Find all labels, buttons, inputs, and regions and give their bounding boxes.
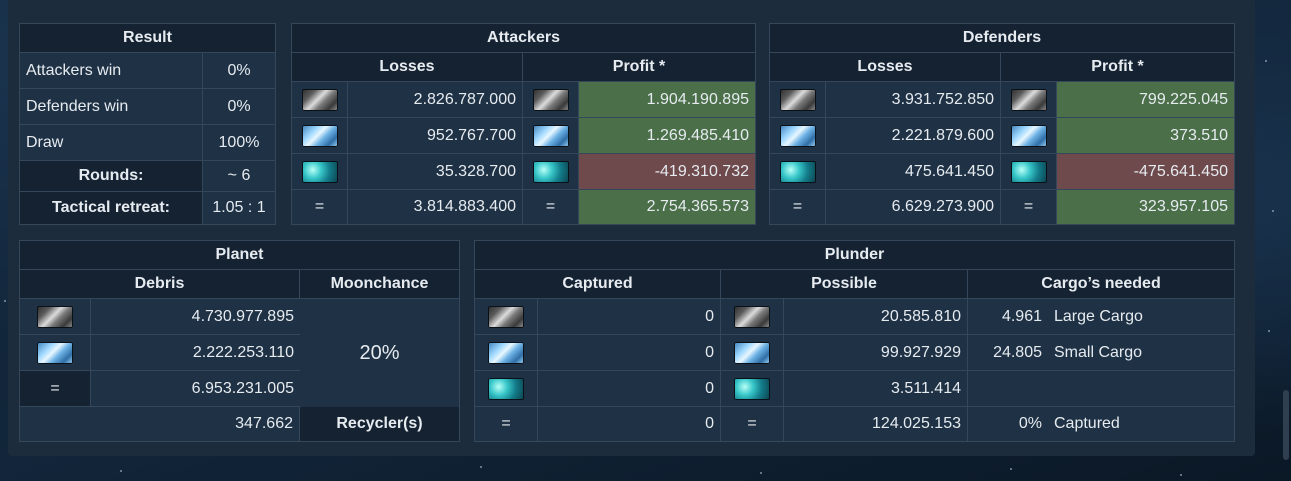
possible-crystal: 99.927.929 [784, 335, 968, 371]
attackers-loss-deuterium: 35.328.700 [348, 154, 523, 190]
defenders-win-label: Defenders win [20, 89, 203, 125]
metal-icon [488, 305, 524, 328]
deuterium-icon [488, 377, 524, 400]
cargo-count-small: 24.805 [968, 335, 1048, 371]
attackers-win-value: 0% [203, 53, 275, 89]
attackers-win-label: Attackers win [20, 53, 203, 89]
defenders-total-profit: 323.957.105 [1057, 190, 1234, 224]
defenders-profit-crystal: 373.510 [1057, 118, 1234, 154]
captured-deuterium: 0 [538, 371, 721, 407]
result-table: Result Attackers win 0% Defenders win 0%… [19, 23, 276, 225]
possible-total: 124.025.153 [784, 407, 968, 441]
metal-icon [37, 305, 73, 328]
crystal-icon [37, 341, 73, 364]
defenders-profit-header: Profit * [1001, 53, 1234, 82]
attackers-loss-metal: 2.826.787.000 [348, 82, 523, 118]
attackers-title: Attackers [292, 24, 755, 53]
deuterium-icon [1010, 160, 1047, 183]
draw-value: 100% [203, 125, 275, 161]
defenders-table: Defenders Losses Profit * 3.931.752.850 … [769, 23, 1235, 225]
deuterium-icon [779, 160, 816, 183]
metal-icon [734, 305, 770, 328]
crystal-icon [1010, 124, 1047, 147]
attackers-total-symbol-2: = [523, 190, 579, 224]
tactical-retreat-value: 1.05 : 1 [212, 199, 266, 216]
defenders-loss-deuterium: 475.641.450 [826, 154, 1001, 190]
crystal-icon [301, 124, 338, 147]
debris-crystal: 2.222.253.110 [91, 335, 300, 371]
metal-icon [779, 88, 816, 111]
captured-metal: 0 [538, 299, 721, 335]
crystal-icon [779, 124, 816, 147]
attackers-losses-header: Losses [292, 53, 523, 82]
deuterium-icon [734, 377, 770, 400]
crystal-icon [488, 341, 524, 364]
plunder-title: Plunder [475, 241, 1234, 270]
captured-percent-label: Captured [1054, 415, 1120, 432]
defenders-profit-metal: 799.225.045 [1057, 82, 1234, 118]
moonchance-header: Moonchance [300, 270, 459, 299]
defenders-total-symbol-2: = [1001, 190, 1057, 224]
attackers-profit-metal: 1.904.190.895 [579, 82, 755, 118]
plunder-total-symbol-2: = [721, 407, 784, 441]
debris-metal: 4.730.977.895 [91, 299, 300, 335]
attackers-profit-deuterium: -419.310.732 [579, 154, 755, 190]
defenders-profit-deuterium: -475.641.450 [1057, 154, 1234, 190]
planet-table: Planet Debris Moonchance 4.730.977.895 2… [19, 240, 460, 442]
metal-icon [301, 88, 338, 111]
possible-header: Possible [721, 270, 968, 299]
metal-icon [532, 88, 569, 111]
cargo-count-large: 4.961 [968, 299, 1048, 335]
captured-percent: 0% [1018, 415, 1042, 432]
combat-simulation-panel: Result Attackers win 0% Defenders win 0%… [8, 0, 1255, 456]
defenders-losses-header: Losses [770, 53, 1001, 82]
attackers-loss-crystal: 952.767.700 [348, 118, 523, 154]
attackers-profit-crystal: 1.269.485.410 [579, 118, 755, 154]
recyclers-label: Recycler(s) [300, 407, 459, 441]
deuterium-icon [532, 160, 569, 183]
rounds-value: ~ 6 [203, 161, 275, 192]
crystal-icon [734, 341, 770, 364]
plunder-table: Plunder Captured Possible Cargo’s needed… [474, 240, 1235, 442]
possible-metal: 20.585.810 [784, 299, 968, 335]
cargo-type-large: Large Cargo [1048, 299, 1234, 335]
deuterium-icon [301, 160, 338, 183]
result-title: Result [20, 24, 275, 53]
defenders-total-loss: 6.629.273.900 [826, 190, 1001, 224]
cargo-type-small: Small Cargo [1048, 335, 1234, 371]
defenders-loss-crystal: 2.221.879.600 [826, 118, 1001, 154]
defenders-loss-metal: 3.931.752.850 [826, 82, 1001, 118]
cargo-count-deuterium [968, 371, 1048, 407]
attackers-table: Attackers Losses Profit * 2.826.787.000 … [291, 23, 756, 225]
tactical-retreat-label: Tactical retreat: [20, 192, 203, 224]
debris-total: 6.953.231.005 [91, 371, 300, 407]
debris-total-symbol: = [20, 371, 91, 407]
moonchance-value: 20% [359, 341, 400, 364]
recyclers-count: 347.662 [20, 407, 300, 441]
plunder-total-symbol: = [475, 407, 538, 441]
attackers-total-symbol: = [292, 190, 348, 224]
captured-total: 0 [538, 407, 721, 441]
debris-header: Debris [20, 270, 300, 299]
attackers-total-loss: 3.814.883.400 [348, 190, 523, 224]
metal-icon [1010, 88, 1047, 111]
captured-header: Captured [475, 270, 721, 299]
planet-title: Planet [20, 241, 459, 270]
attackers-profit-header: Profit * [523, 53, 755, 82]
cargo-needed-header: Cargo’s needed [968, 270, 1234, 299]
defenders-title: Defenders [770, 24, 1234, 53]
rounds-label: Rounds: [20, 161, 203, 192]
draw-label: Draw [20, 125, 203, 161]
cargo-type-deuterium [1048, 371, 1234, 407]
defenders-total-symbol: = [770, 190, 826, 224]
defenders-win-value: 0% [203, 89, 275, 125]
crystal-icon [532, 124, 569, 147]
captured-crystal: 0 [538, 335, 721, 371]
attackers-total-profit: 2.754.365.573 [579, 190, 755, 224]
possible-deuterium: 3.511.414 [784, 371, 968, 407]
page-scrollbar[interactable] [1283, 390, 1289, 460]
